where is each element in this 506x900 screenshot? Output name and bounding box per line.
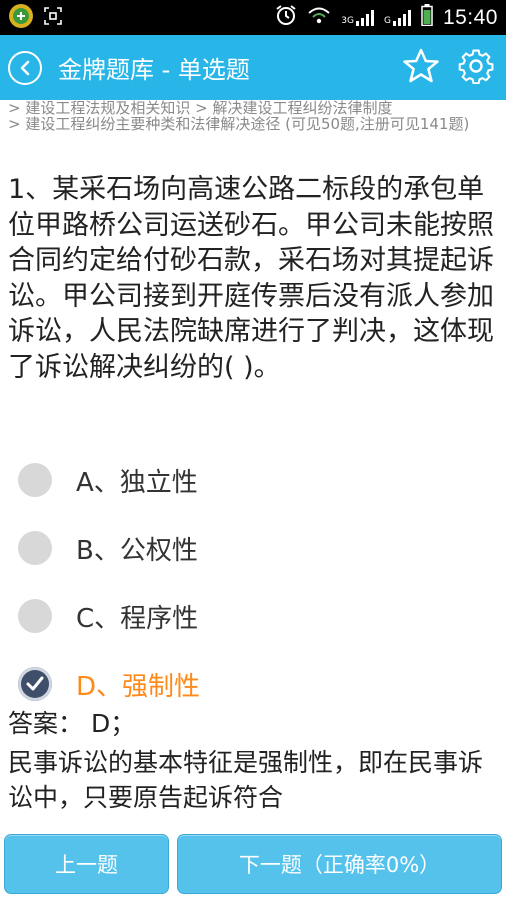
answer-explanation: 民事诉讼的基本特征是强制性，即在民事诉讼中，只要原告起诉符合 bbox=[8, 748, 484, 812]
option-b[interactable]: B、公权性 bbox=[18, 514, 488, 582]
radio-unchecked-icon bbox=[18, 599, 52, 633]
option-a[interactable]: A、独立性 bbox=[18, 446, 488, 514]
settings-button[interactable] bbox=[458, 48, 494, 88]
answer-label: 答案： D； bbox=[8, 709, 136, 738]
network-type-label: 3G bbox=[341, 15, 354, 26]
network-type-label-2: G bbox=[383, 15, 391, 26]
option-label: D、强制性 bbox=[76, 671, 201, 702]
option-label: A、独立性 bbox=[76, 467, 198, 498]
alarm-icon bbox=[275, 4, 297, 31]
back-button[interactable] bbox=[8, 50, 42, 85]
option-list: A、独立性 B、公权性 C、程序性 D、强制性 bbox=[18, 446, 488, 718]
checkmark-icon bbox=[26, 676, 44, 691]
option-label: B、公权性 bbox=[76, 535, 198, 566]
breadcrumb: > 建设工程法规及相关知识 > 解决建设工程纠纷法律制度 > 建设工程纠纷主要种… bbox=[8, 99, 500, 133]
question-text: 1、某采石场向高速公路二标段的承包单位甲路桥公司运送砂石。甲公司未能按照合同约定… bbox=[8, 174, 494, 383]
star-icon bbox=[403, 48, 439, 82]
radio-unchecked-icon bbox=[18, 531, 52, 565]
radio-unchecked-icon bbox=[18, 463, 52, 497]
gear-icon bbox=[458, 49, 494, 84]
radio-checked-icon bbox=[18, 667, 52, 701]
app-header: 金牌题库 - 单选题 bbox=[0, 35, 506, 100]
battery-icon bbox=[421, 4, 433, 31]
answer-section: 答案： D； 民事诉讼的基本特征是强制性，即在民事诉讼中，只要原告起诉符合 bbox=[8, 706, 498, 815]
chevron-left-icon bbox=[20, 60, 30, 75]
favorite-button[interactable] bbox=[402, 48, 440, 88]
app-notification-icon bbox=[8, 3, 34, 33]
screenshot-icon bbox=[44, 6, 62, 29]
wifi-icon bbox=[307, 5, 331, 30]
option-label: C、程序性 bbox=[76, 603, 199, 634]
page-title: 金牌题库 - 单选题 bbox=[58, 56, 250, 84]
status-bar: 3G G 15:40 bbox=[0, 0, 506, 35]
breadcrumb-current: > 建设工程纠纷主要种类和法律解决途径 (可见50题,注册可见141题) bbox=[8, 115, 470, 133]
bottom-bar: 上一题 下一题（正确率0%） bbox=[0, 826, 506, 900]
signal-icon-2: G bbox=[383, 9, 411, 26]
previous-question-button[interactable]: 上一题 bbox=[4, 834, 169, 894]
next-question-button[interactable]: 下一题（正确率0%） bbox=[177, 834, 502, 894]
signal-icon-1: 3G bbox=[341, 9, 374, 26]
breadcrumb-path: > 建设工程法规及相关知识 > 解决建设工程纠纷法律制度 bbox=[8, 99, 393, 115]
clock-time: 15:40 bbox=[442, 5, 498, 29]
option-c[interactable]: C、程序性 bbox=[18, 582, 488, 650]
